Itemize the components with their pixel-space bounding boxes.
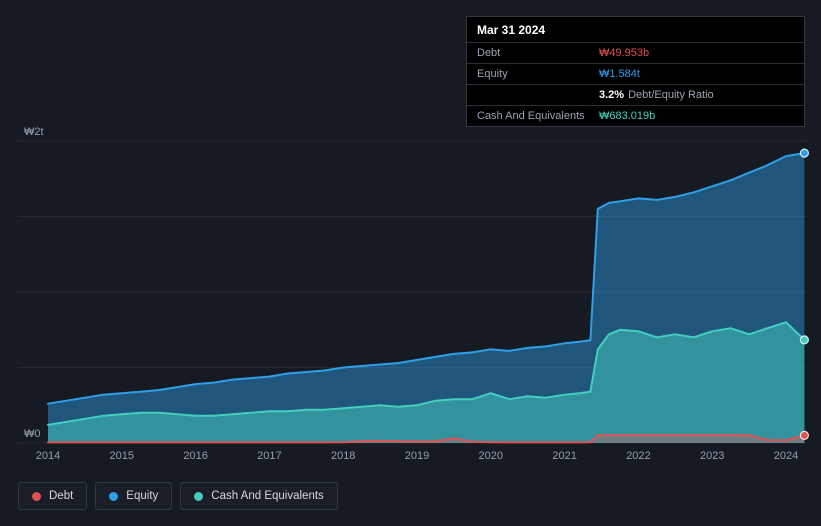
equity-end-marker bbox=[799, 148, 810, 158]
tooltip-cash-value: ₩683.019b bbox=[599, 110, 656, 122]
legend-item-equity[interactable]: Equity bbox=[95, 482, 173, 510]
tooltip-equity-value: ₩1.584t bbox=[599, 68, 640, 80]
tooltip-debt-row: Debt ₩49.953b bbox=[467, 43, 804, 64]
cash-end-marker bbox=[799, 335, 810, 345]
y-axis-tick-label: ₩0 bbox=[24, 428, 41, 440]
x-axis-tick-label: 2014 bbox=[36, 450, 60, 462]
x-axis-tick-label: 2019 bbox=[405, 450, 429, 462]
x-axis-tick-label: 2015 bbox=[110, 450, 134, 462]
tooltip-cash-label: Cash And Equivalents bbox=[477, 110, 585, 122]
x-axis-tick-label: 2016 bbox=[183, 450, 207, 462]
chart-legend: Debt Equity Cash And Equivalents bbox=[18, 482, 338, 510]
chart-panel: ₩2t ₩0 2014 2015 2016 2017 2018 2019 2020 2021 202… bbox=[0, 0, 821, 526]
equity-series-dot-icon bbox=[109, 491, 119, 501]
tooltip-date: Mar 31 2024 bbox=[467, 17, 804, 43]
debt-end-marker bbox=[799, 430, 810, 440]
x-axis-tick-label: 2018 bbox=[331, 450, 355, 462]
y-axis-tick-label: ₩2t bbox=[24, 126, 44, 138]
chart-tooltip: Mar 31 2024 Debt ₩49.953b Equity ₩1.584t… bbox=[466, 16, 805, 127]
cash-series-dot-icon bbox=[194, 491, 204, 501]
x-axis-tick-label: 2022 bbox=[626, 450, 650, 462]
tooltip-ratio-percent: 3.2% bbox=[599, 89, 625, 101]
tooltip-debt-label: Debt bbox=[477, 47, 501, 59]
x-axis-tick-label: 2021 bbox=[552, 450, 576, 462]
tooltip-debt-value: ₩49.953b bbox=[599, 47, 650, 59]
debt-series-dot-icon bbox=[32, 491, 41, 501]
tooltip-ratio-value: 3.2% Debt/Equity Ratio bbox=[599, 89, 794, 101]
legend-item-cash[interactable]: Cash And Equivalents bbox=[180, 482, 338, 510]
tooltip-equity-row: Equity ₩1.584t bbox=[467, 64, 804, 85]
x-axis-tick-label: 2017 bbox=[257, 450, 281, 462]
legend-label-cash: Cash And Equivalents bbox=[211, 490, 324, 502]
x-axis-tick-label: 2024 bbox=[774, 450, 798, 462]
legend-label-equity: Equity bbox=[126, 490, 159, 502]
tooltip-ratio-text: Debt/Equity Ratio bbox=[628, 89, 714, 101]
tooltip-ratio-row: 3.2% Debt/Equity Ratio bbox=[467, 85, 804, 106]
x-axis-tick-label: 2020 bbox=[479, 450, 503, 462]
legend-item-debt[interactable]: Debt bbox=[18, 482, 88, 510]
x-axis-tick-label: 2023 bbox=[700, 450, 724, 462]
legend-label-debt: Debt bbox=[49, 490, 74, 502]
tooltip-equity-label: Equity bbox=[477, 68, 508, 80]
tooltip-cash-row: Cash And Equivalents ₩683.019b bbox=[467, 106, 804, 126]
